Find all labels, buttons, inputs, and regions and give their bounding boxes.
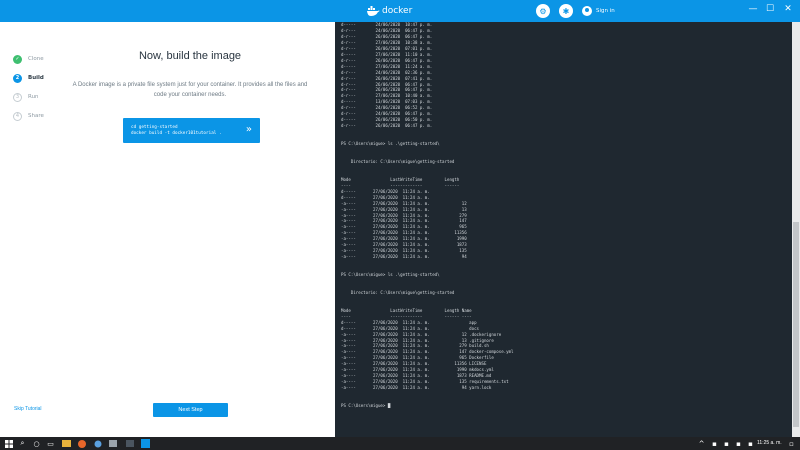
step-label: Share: [28, 113, 44, 119]
maximize-button[interactable]: ☐: [760, 2, 780, 16]
close-button[interactable]: ✕: [778, 2, 798, 16]
step-number: 4: [13, 111, 22, 121]
step-share: 4 Share: [13, 111, 44, 121]
notifications-icon[interactable]: ▫: [787, 439, 796, 448]
task-view-icon[interactable]: ▭: [46, 439, 55, 448]
windows-taskbar: ⌕ ○ ▭ ^ ▪ ▪ ▪ ▪ 11:25 a. m. ▫: [0, 437, 800, 450]
terminal-scrollbar[interactable]: [792, 22, 800, 437]
docker-app-icon[interactable]: [141, 439, 150, 448]
step-description: A Docker image is a private file system …: [72, 82, 308, 98]
step-clone: ✓ Clone: [13, 54, 44, 64]
terminal-output: d----- 24/06/2020 10:47 p. m. d-r--- 24/…: [341, 22, 514, 408]
language-icon[interactable]: ▪: [746, 439, 755, 448]
command-line-1: cd getting-started: [131, 125, 178, 130]
run-command-chevron-icon[interactable]: »: [246, 124, 252, 135]
brand-name: docker: [382, 6, 413, 16]
step-label: Build: [28, 75, 44, 81]
tray-icon[interactable]: ▪: [710, 439, 719, 448]
network-icon[interactable]: ▪: [722, 439, 731, 448]
step-label: Run: [28, 94, 39, 100]
firefox-icon[interactable]: [77, 439, 86, 448]
troubleshoot-bug-icon[interactable]: ✱: [559, 4, 573, 18]
search-icon[interactable]: ⌕: [18, 439, 27, 448]
tutorial-steps: ✓ Clone 2 Build 3 Run 4 Share: [13, 54, 44, 130]
user-avatar-icon: [582, 6, 592, 16]
command-line-2: docker build -t docker101tutorial .: [131, 131, 222, 136]
page-title: Now, build the image: [138, 50, 242, 62]
cortana-icon[interactable]: ○: [32, 439, 41, 448]
step-run: 3 Run: [13, 92, 44, 102]
next-step-button[interactable]: Next Step: [153, 403, 228, 417]
sign-in-button[interactable]: Sign in: [582, 4, 615, 18]
file-explorer-icon[interactable]: [62, 439, 71, 448]
volume-icon[interactable]: ▪: [734, 439, 743, 448]
tray-chevron-icon[interactable]: ^: [697, 439, 706, 448]
app-titlebar: docker ⚙ ✱ Sign in — ☐ ✕: [0, 0, 800, 22]
docker-logo: docker: [366, 4, 412, 18]
terminal-panel[interactable]: d----- 24/06/2020 10:47 p. m. d-r--- 24/…: [335, 22, 792, 437]
command-copy-box[interactable]: cd getting-started docker build -t docke…: [123, 118, 260, 143]
skip-tutorial-link[interactable]: Skip Tutorial: [14, 406, 42, 412]
windows-start-icon[interactable]: [4, 439, 13, 448]
step-label: Clone: [28, 56, 44, 62]
step-number: 3: [13, 92, 22, 102]
step-check-icon: ✓: [13, 54, 22, 64]
terminal-app-icon[interactable]: [125, 439, 134, 448]
whale-icon: [367, 6, 380, 16]
system-clock: 11:25 a. m.: [757, 440, 782, 446]
settings-gear-icon[interactable]: ⚙: [536, 4, 550, 18]
step-number: 2: [13, 73, 22, 83]
step-build: 2 Build: [13, 73, 44, 83]
app-icon[interactable]: [93, 439, 102, 448]
sign-in-label: Sign in: [596, 8, 615, 14]
app-icon[interactable]: [108, 439, 117, 448]
tutorial-panel: ✓ Clone 2 Build 3 Run 4 Share Now, build…: [0, 22, 335, 437]
scrollbar-thumb[interactable]: [793, 222, 799, 427]
